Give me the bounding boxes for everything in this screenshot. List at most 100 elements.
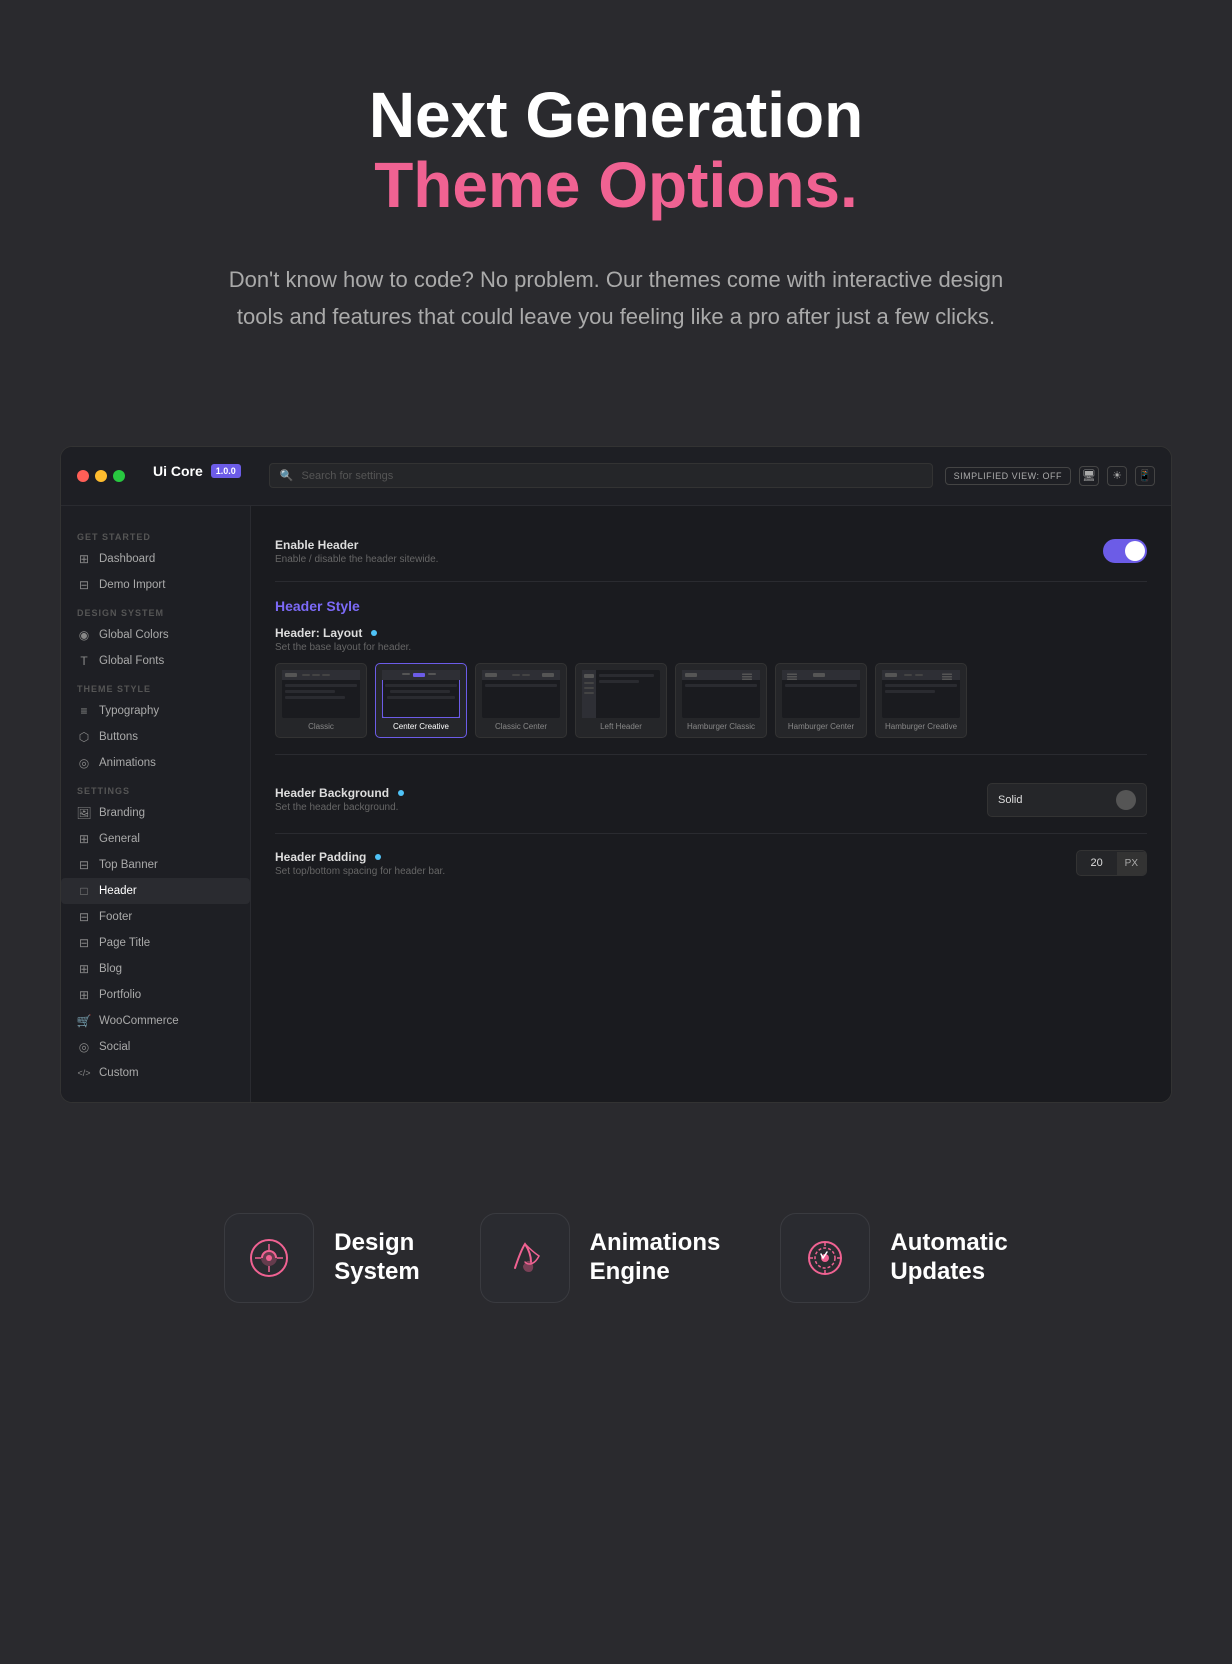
animations-icon: ◎: [77, 756, 91, 770]
divider-2: [275, 754, 1147, 755]
enable-header-label: Enable Header: [275, 538, 438, 552]
toggle-knob: [1125, 541, 1145, 561]
fonts-icon: T: [77, 654, 91, 668]
title-bar: Ui Core 1.0.0 🔍 Search for settings SIMP…: [61, 447, 1171, 506]
sidebar-item-portfolio[interactable]: ⊞ Portfolio: [61, 982, 250, 1008]
classic-label: Classic: [308, 722, 334, 731]
sidebar-item-blog[interactable]: ⊞ Blog: [61, 956, 250, 982]
main-content: Enable Header Enable / disable the heade…: [251, 506, 1171, 1102]
padding-unit: PX: [1117, 852, 1146, 875]
header-layout-label: Header: Layout: [275, 626, 362, 640]
feature-updates: Automatic Updates: [780, 1213, 1007, 1303]
header-padding-input[interactable]: 20 PX: [1076, 850, 1147, 876]
hamburger-creative-label: Hamburger Creative: [885, 722, 957, 731]
layout-option-center-creative[interactable]: Center Creative: [375, 663, 467, 738]
branding-icon: 🖼: [77, 806, 91, 820]
buttons-icon: ⬡: [77, 730, 91, 744]
layout-options-grid: Classic: [275, 663, 1147, 738]
enable-header-info: Enable Header Enable / disable the heade…: [275, 538, 438, 565]
animations-text: Animations Engine: [590, 1229, 721, 1287]
design-system-text: Design System: [334, 1229, 419, 1287]
design-system-icon-box: [224, 1213, 314, 1303]
layout-option-hamburger-center[interactable]: Hamburger Center: [775, 663, 867, 738]
monitor-icon[interactable]: 🖥: [1079, 466, 1099, 486]
sidebar-item-label: Animations: [99, 757, 156, 769]
blog-icon: ⊞: [77, 962, 91, 976]
search-icon: 🔍: [280, 469, 294, 482]
sidebar-item-global-colors[interactable]: ◉ Global Colors: [61, 622, 250, 648]
layout-option-hamburger-classic[interactable]: Hamburger Classic: [675, 663, 767, 738]
sidebar-item-typography[interactable]: ≡ Typography: [61, 698, 250, 724]
sidebar-item-social[interactable]: ◎ Social: [61, 1034, 250, 1060]
sidebar-item-label: Blog: [99, 963, 122, 975]
simplified-view-button[interactable]: SIMPLIFIED VIEW: OFF: [945, 467, 1071, 485]
sidebar-item-general[interactable]: ⊞ General: [61, 826, 250, 852]
left-header-label: Left Header: [600, 722, 642, 731]
app-logo: Ui Core 1.0.0: [137, 457, 257, 495]
maximize-dot[interactable]: [113, 470, 125, 482]
sidebar: GET STARTED ⊞ Dashboard ⊟ Demo Import DE…: [61, 506, 251, 1102]
enable-header-row: Enable Header Enable / disable the heade…: [275, 526, 1147, 577]
logo-text: Ui Core: [153, 463, 203, 479]
sidebar-item-page-title[interactable]: ⊟ Page Title: [61, 930, 250, 956]
layout-option-classic[interactable]: Classic: [275, 663, 367, 738]
header-padding-label: Header Padding: [275, 850, 366, 864]
sidebar-item-branding[interactable]: 🖼 Branding: [61, 800, 250, 826]
search-placeholder: Search for settings: [302, 470, 394, 482]
general-icon: ⊞: [77, 832, 91, 846]
sidebar-item-woocommerce[interactable]: 🛒 WooCommerce: [61, 1008, 250, 1034]
close-dot[interactable]: [77, 470, 89, 482]
sidebar-item-top-banner[interactable]: ⊟ Top Banner: [61, 852, 250, 878]
layout-option-hamburger-creative[interactable]: Hamburger Creative: [875, 663, 967, 738]
feature-animations: Animations Engine: [480, 1213, 721, 1303]
sidebar-item-buttons[interactable]: ⬡ Buttons: [61, 724, 250, 750]
center-creative-label: Center Creative: [393, 722, 449, 731]
top-bar-right: SIMPLIFIED VIEW: OFF 🖥 ☀ 📱: [945, 466, 1155, 486]
sidebar-item-animations[interactable]: ◎ Animations: [61, 750, 250, 776]
layout-option-left-header[interactable]: Left Header: [575, 663, 667, 738]
sidebar-item-label: Page Title: [99, 937, 150, 949]
hamburger-center-label: Hamburger Center: [788, 722, 854, 731]
header-bg-desc: Set the header background.: [275, 802, 404, 813]
animations-icon-box: [480, 1213, 570, 1303]
design-system-title-2: System: [334, 1258, 419, 1287]
mobile-icon[interactable]: 📱: [1135, 466, 1155, 486]
animations-title-1: Animations: [590, 1229, 721, 1258]
sidebar-item-footer[interactable]: ⊟ Footer: [61, 904, 250, 930]
sidebar-item-custom[interactable]: </> Custom: [61, 1060, 250, 1086]
header-bg-row: Header Background Set the header backgro…: [275, 771, 1147, 829]
portfolio-icon: ⊞: [77, 988, 91, 1002]
sidebar-item-label: Header: [99, 885, 137, 897]
updates-title-1: Automatic: [890, 1229, 1007, 1258]
enable-header-toggle[interactable]: [1103, 539, 1147, 563]
sidebar-item-header[interactable]: □ Header: [61, 878, 250, 904]
header-padding-desc: Set top/bottom spacing for header bar.: [275, 866, 445, 877]
app-body: GET STARTED ⊞ Dashboard ⊟ Demo Import DE…: [61, 506, 1171, 1102]
sidebar-item-global-fonts[interactable]: T Global Fonts: [61, 648, 250, 674]
layout-option-classic-center[interactable]: Classic Center: [475, 663, 567, 738]
sidebar-item-label: Footer: [99, 911, 132, 923]
header-layout-desc: Set the base layout for header.: [275, 642, 1147, 653]
sidebar-item-label: General: [99, 833, 140, 845]
sidebar-item-label: Typography: [99, 705, 159, 717]
get-started-label: GET STARTED: [61, 522, 250, 546]
woocommerce-icon: 🛒: [77, 1014, 91, 1028]
header-layout-section: Header: Layout Set the base layout for h…: [275, 626, 1147, 738]
dropdown-toggle-knob: [1116, 790, 1136, 810]
sidebar-item-dashboard[interactable]: ⊞ Dashboard: [61, 546, 250, 572]
sidebar-item-label: Global Fonts: [99, 655, 164, 667]
features-section: Design System Animations Engine: [0, 1163, 1232, 1373]
sun-icon[interactable]: ☀: [1107, 466, 1127, 486]
header-bg-label: Header Background: [275, 786, 389, 800]
settings-label: SETTINGS: [61, 776, 250, 800]
social-icon: ◎: [77, 1040, 91, 1054]
classic-center-label: Classic Center: [495, 722, 547, 731]
updates-icon-box: [780, 1213, 870, 1303]
sidebar-item-demo-import[interactable]: ⊟ Demo Import: [61, 572, 250, 598]
sidebar-item-label: Social: [99, 1041, 130, 1053]
sidebar-item-label: Dashboard: [99, 553, 155, 565]
minimize-dot[interactable]: [95, 470, 107, 482]
divider-1: [275, 581, 1147, 582]
header-bg-dropdown[interactable]: Solid: [987, 783, 1147, 817]
header-padding-row: Header Padding Set top/bottom spacing fo…: [275, 838, 1147, 889]
